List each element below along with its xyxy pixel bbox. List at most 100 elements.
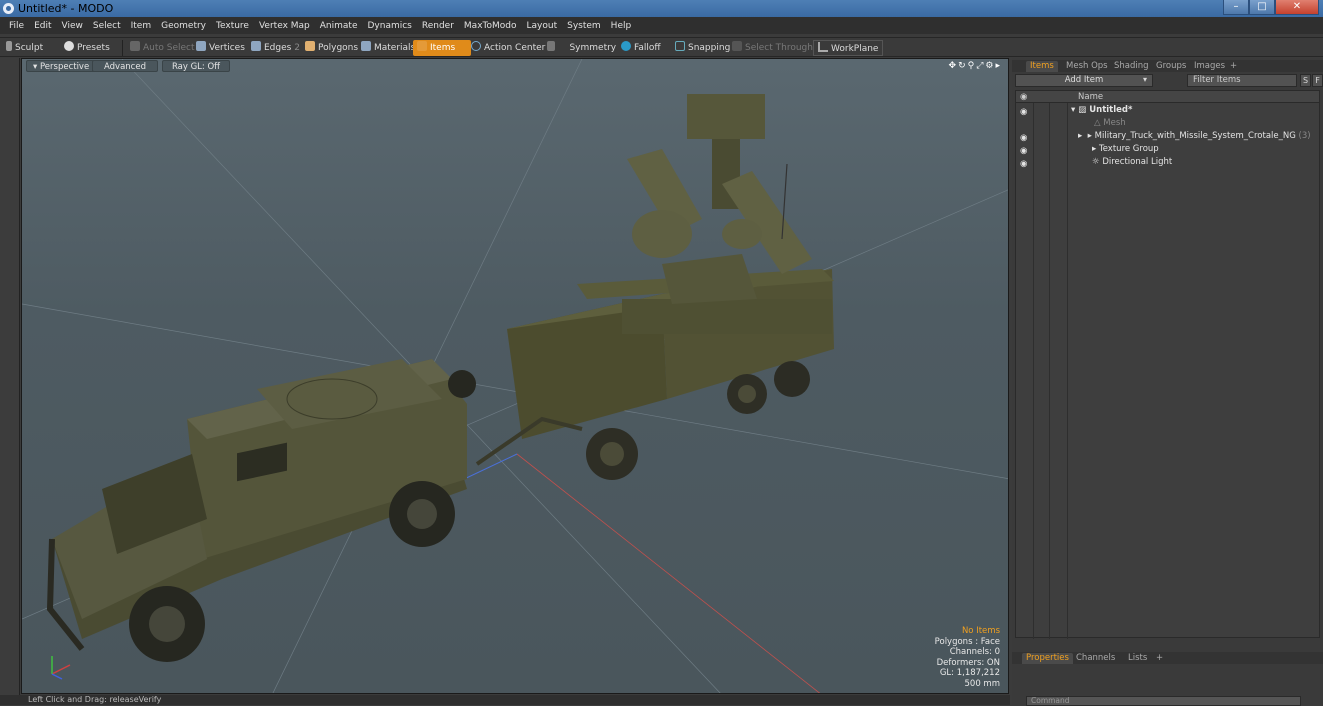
auto-select-button[interactable]: Auto Select [130,40,195,56]
status-bar: Left Click and Drag: releaseVerify [0,695,1010,705]
tree-row-texture-group[interactable]: ◉ ▸ Texture Group [1016,143,1319,156]
panel-tabs: Items Mesh Ops Shading Groups Images + [1012,60,1323,72]
maximize-button[interactable]: □ [1249,0,1275,15]
select-through-button[interactable]: Select Through [732,40,813,56]
menu-dynamics[interactable]: Dynamics [362,21,416,31]
menu-select[interactable]: Select [88,21,126,31]
title-bar: Untitled* - MODO – □ ✕ [0,0,1323,17]
falloff-button[interactable]: Falloff [621,40,661,56]
select-through-icon [732,41,742,51]
tree-row-mesh[interactable]: △ Mesh [1016,117,1319,130]
menu-view[interactable]: View [57,21,88,31]
menu-animate[interactable]: Animate [315,21,363,31]
sculpt-button[interactable]: Sculpt [6,40,43,56]
name-column-header[interactable]: Name [1078,91,1103,103]
menu-item[interactable]: Item [126,21,157,31]
polygons-button[interactable]: Polygons [305,40,358,56]
tab-properties[interactable]: Properties [1022,653,1073,664]
menu-system[interactable]: System [562,21,606,31]
materials-icon [361,41,371,51]
falloff-icon [621,41,631,51]
filter-items-field[interactable]: Filter Items [1187,74,1297,87]
workplane-icon [818,42,828,52]
viewport-nav-icons[interactable]: ✥↻⚲⤢⚙▸ [949,61,1002,71]
tab-mesh-ops[interactable]: Mesh Ops [1062,61,1112,72]
eye-icon[interactable]: ◉ [1020,132,1028,143]
toolbar-divider [122,40,123,56]
eye-icon[interactable]: ◉ [1020,106,1028,117]
group-locator-icon: ▸ [1087,131,1092,141]
tab-groups[interactable]: Groups [1152,61,1190,72]
grid-size-stat: 500 mm [964,678,1001,689]
eye-icon[interactable]: ◉ [1020,158,1028,169]
window-title: Untitled* - MODO [18,2,114,15]
item-list-header: ◉ Name [1016,91,1319,103]
symmetry-button[interactable]: Symmetry [547,40,616,56]
presets-button[interactable]: Presets [64,40,110,56]
auto-select-icon [130,41,140,51]
items-button[interactable]: Items​ [413,40,471,56]
minimize-button[interactable]: – [1223,0,1249,15]
action-center-button[interactable]: Action Center [471,40,545,56]
materials-button[interactable]: Materials [361,40,415,56]
gl-stat: GL: 1,187,212 [939,668,1000,678]
viewport-stats: No Items Polygons : Face Channels: 0 Def… [935,626,1000,689]
vertices-icon [196,41,206,51]
mesh-icon: △ [1094,118,1101,128]
menu-texture[interactable]: Texture [211,21,254,31]
3d-viewport[interactable]: ▾ Perspective Advanced Ray GL: Off ✥↻⚲⤢⚙… [21,58,1009,694]
menu-help[interactable]: Help [606,21,637,31]
light-icon: ☼ [1092,157,1100,167]
trailer-model [475,94,834,480]
tree-row-untitled[interactable]: ◉ ▾ ▨ Untitled* [1016,104,1319,117]
edges-button[interactable]: Edges 2 [251,40,300,56]
deformers-stat: Deformers: ON [936,657,1000,668]
workplane-button[interactable]: WorkPlane [813,40,884,56]
truck-model [46,359,476,662]
main-toolbar: Sculpt Presets Auto Select Vertices Edge… [0,37,1323,57]
visibility-column-icon: ◉ [1020,92,1028,102]
tab-lists[interactable]: Lists [1124,653,1151,664]
f-button[interactable]: F [1312,74,1323,87]
item-list: ◉ Name ◉ ▾ ▨ Untitled* △ Mesh ◉ ▸ ▸ Mili… [1015,90,1320,639]
close-button[interactable]: ✕ [1275,0,1319,15]
s-button[interactable]: S [1300,74,1311,87]
snapping-button[interactable]: Snapping [675,40,730,56]
eye-icon[interactable]: ◉ [1020,145,1028,156]
menu-file[interactable]: File [4,21,29,31]
advanced-shading-tab[interactable]: Advanced [92,60,158,72]
properties-tabs: Properties Channels Lists + [1012,652,1323,664]
menu-edit[interactable]: Edit [29,21,56,31]
items-icon [417,41,427,51]
vertices-button[interactable]: Vertices [196,40,245,56]
left-tool-strip [0,58,20,696]
presets-icon [64,41,74,51]
tree-row-directional-light[interactable]: ◉ ☼ Directional Light [1016,156,1319,169]
polygons-icon [305,41,315,51]
texture-group-icon: ▸ [1092,144,1097,154]
items-panel: Items Mesh Ops Shading Groups Images + A… [1012,58,1323,706]
menu-bar: File Edit View Select Item Geometry Text… [0,17,1323,34]
add-tab-button[interactable]: + [1152,653,1167,664]
tab-images[interactable]: Images [1190,61,1229,72]
menu-vertex-map[interactable]: Vertex Map [254,21,315,31]
menu-maxtomodo[interactable]: MaxToModo [459,21,522,31]
tree-row-military-truck[interactable]: ◉ ▸ ▸ Military_Truck_with_Missile_System… [1016,130,1319,143]
action-center-icon [471,41,481,51]
folder-icon: ▨ [1078,105,1087,115]
perspective-view-tab[interactable]: ▾ Perspective [26,60,97,72]
snapping-icon [675,41,685,51]
brush-icon [6,41,12,51]
tab-shading[interactable]: Shading [1110,61,1153,72]
polygons-stat: Polygons : Face [934,636,1000,647]
tab-channels[interactable]: Channels [1072,653,1119,664]
chevron-down-icon[interactable]: ▾ [1143,75,1152,85]
tab-items[interactable]: Items [1026,61,1058,72]
menu-geometry[interactable]: Geometry [156,21,211,31]
add-item-button[interactable]: Add Item [1015,74,1153,87]
raygl-tab[interactable]: Ray GL: Off [162,60,230,72]
symmetry-icon [547,41,555,51]
add-tab-button[interactable]: + [1226,61,1241,72]
menu-render[interactable]: Render [417,21,459,31]
menu-layout[interactable]: Layout [522,21,563,31]
